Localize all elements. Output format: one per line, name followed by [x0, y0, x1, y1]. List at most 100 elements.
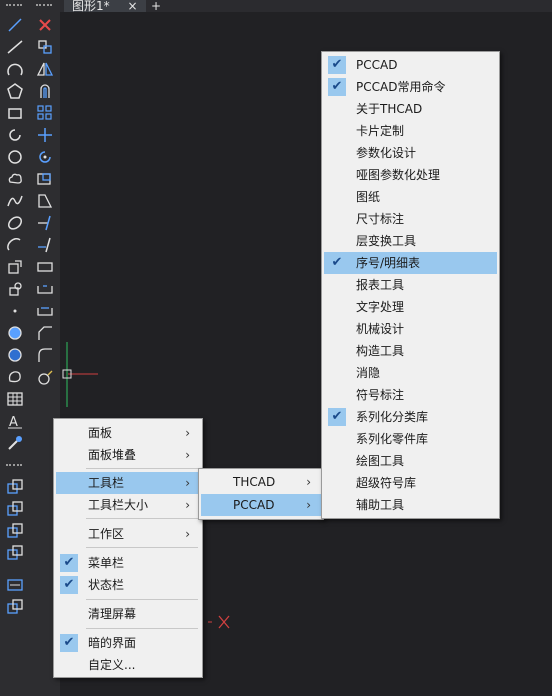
pccad-item[interactable]: 文字处理	[324, 296, 497, 318]
menu-item-label: 消隐	[356, 366, 381, 380]
break-at-point-icon[interactable]	[36, 280, 54, 298]
pccad-item[interactable]: 构造工具	[324, 340, 497, 362]
chevron-right-icon: ›	[185, 527, 190, 541]
pccad-item[interactable]: 关于THCAD	[324, 98, 497, 120]
copy-icon[interactable]	[36, 38, 54, 56]
layer-icon-4[interactable]	[6, 544, 24, 562]
pccad-item[interactable]: ✔ PCCAD	[324, 54, 497, 76]
menu-item-workspace[interactable]: 工作区 ›	[56, 523, 200, 545]
scale-icon[interactable]	[36, 170, 54, 188]
pccad-item[interactable]: 尺寸标注	[324, 208, 497, 230]
arc-icon[interactable]	[6, 60, 24, 78]
add-selected-icon[interactable]	[6, 434, 24, 452]
submenu-item-thcad[interactable]: THCAD ›	[201, 471, 321, 493]
chevron-right-icon: ›	[185, 448, 190, 462]
toolbar-grip[interactable]	[6, 464, 22, 468]
menu-item-toolbars[interactable]: 工具栏 ›	[56, 472, 200, 494]
pccad-item[interactable]: 参数化设计	[324, 142, 497, 164]
insert-block-icon[interactable]	[6, 258, 24, 276]
pccad-item[interactable]: 系列化零件库	[324, 428, 497, 450]
menu-item-label: 状态栏	[88, 578, 125, 592]
erase-icon[interactable]	[36, 16, 54, 34]
toolbar-grip[interactable]	[36, 4, 52, 8]
ellipse-arc-icon[interactable]	[6, 236, 24, 254]
menu-item-label: 菜单栏	[88, 556, 125, 570]
menu-item-clean-screen[interactable]: 清理屏幕	[56, 603, 200, 625]
pccad-item[interactable]: ✔ PCCAD常用命令	[324, 76, 497, 98]
menu-item-label: THCAD	[233, 475, 276, 489]
menu-item-customize[interactable]: 自定义...	[56, 654, 200, 676]
chamfer-icon[interactable]	[36, 324, 54, 342]
pccad-item[interactable]: 哑图参数化处理	[324, 164, 497, 186]
menu-item-label: 参数化设计	[356, 146, 417, 160]
menu-divider	[86, 468, 198, 469]
pccad-item[interactable]: ✔ 序号/明细表	[324, 252, 497, 274]
mtext-icon[interactable]: A	[6, 412, 24, 430]
line-icon[interactable]	[6, 16, 24, 34]
checkmark-icon: ✔	[328, 254, 346, 272]
stretch-icon[interactable]	[36, 192, 54, 210]
join-icon[interactable]	[36, 302, 54, 320]
explode-icon[interactable]	[36, 368, 54, 386]
add-tab-icon[interactable]: +	[146, 0, 166, 12]
pccad-item[interactable]: ✔ 系列化分类库	[324, 406, 497, 428]
pccad-item[interactable]: 层变换工具	[324, 230, 497, 252]
mirror-icon[interactable]	[36, 60, 54, 78]
extend-icon[interactable]	[36, 236, 54, 254]
menu-item-dark-ui[interactable]: ✔ 暗的界面	[56, 632, 200, 654]
menu-item-label: 暗的界面	[88, 636, 137, 650]
pccad-item[interactable]: 报表工具	[324, 274, 497, 296]
checkmark-icon: ✔	[328, 56, 346, 74]
pccad-item[interactable]: 卡片定制	[324, 120, 497, 142]
pccad-item[interactable]: 超级符号库	[324, 472, 497, 494]
circle-icon[interactable]	[6, 148, 24, 166]
menu-item-panel-stack[interactable]: 面板堆叠 ›	[56, 444, 200, 466]
hatch-icon[interactable]	[6, 324, 24, 342]
rotate-tool-icon[interactable]	[36, 148, 54, 166]
menu-item-label: 系列化零件库	[356, 432, 429, 446]
layer-icon-3[interactable]	[6, 522, 24, 540]
fillet-icon[interactable]	[36, 346, 54, 364]
move-icon[interactable]	[36, 126, 54, 144]
gradient-icon[interactable]	[6, 346, 24, 364]
region-icon[interactable]	[6, 368, 24, 386]
spline-icon[interactable]	[6, 192, 24, 210]
menu-item-toolbar-size[interactable]: 工具栏大小 ›	[56, 494, 200, 516]
table-icon[interactable]	[6, 390, 24, 408]
pccad-item[interactable]: 辅助工具	[324, 494, 497, 516]
offset-icon[interactable]	[36, 82, 54, 100]
polygon-icon[interactable]	[6, 82, 24, 100]
layer-icon-1[interactable]	[6, 478, 24, 496]
menu-divider	[86, 518, 198, 519]
break-icon[interactable]	[36, 258, 54, 276]
toolbar-submenu: THCAD › PCCAD ›	[198, 468, 324, 520]
pccad-item[interactable]: 消隐	[324, 362, 497, 384]
layer-icon-2[interactable]	[6, 500, 24, 518]
pccad-item[interactable]: 图纸	[324, 186, 497, 208]
menu-item-label: 尺寸标注	[356, 212, 405, 226]
ellipse-icon[interactable]	[6, 214, 24, 232]
cloud-icon[interactable]	[6, 170, 24, 188]
menu-item-label: 文字处理	[356, 300, 405, 314]
submenu-item-pccad[interactable]: PCCAD ›	[201, 494, 321, 516]
trim-icon[interactable]	[36, 214, 54, 232]
make-block-icon[interactable]	[6, 280, 24, 298]
xref-icon[interactable]	[6, 598, 24, 616]
menu-divider	[86, 599, 198, 600]
menu-item-statusbar[interactable]: ✔ 状态栏	[56, 574, 200, 596]
rectangle-icon[interactable]	[6, 104, 24, 122]
toolbar-grip[interactable]	[6, 4, 22, 8]
menu-divider	[86, 628, 198, 629]
point-icon[interactable]	[6, 302, 24, 320]
spellcheck-icon[interactable]	[6, 576, 24, 594]
menu-item-panels[interactable]: 面板 ›	[56, 422, 200, 444]
array-icon[interactable]	[36, 104, 54, 122]
pccad-item[interactable]: 符号标注	[324, 384, 497, 406]
pccad-item[interactable]: 绘图工具	[324, 450, 497, 472]
polyline-icon[interactable]	[6, 38, 24, 56]
chevron-right-icon: ›	[306, 475, 311, 489]
pccad-item[interactable]: 机械设计	[324, 318, 497, 340]
menu-item-menubar[interactable]: ✔ 菜单栏	[56, 552, 200, 574]
menu-item-label: 哑图参数化处理	[356, 168, 441, 182]
rotate-icon[interactable]	[6, 126, 24, 144]
